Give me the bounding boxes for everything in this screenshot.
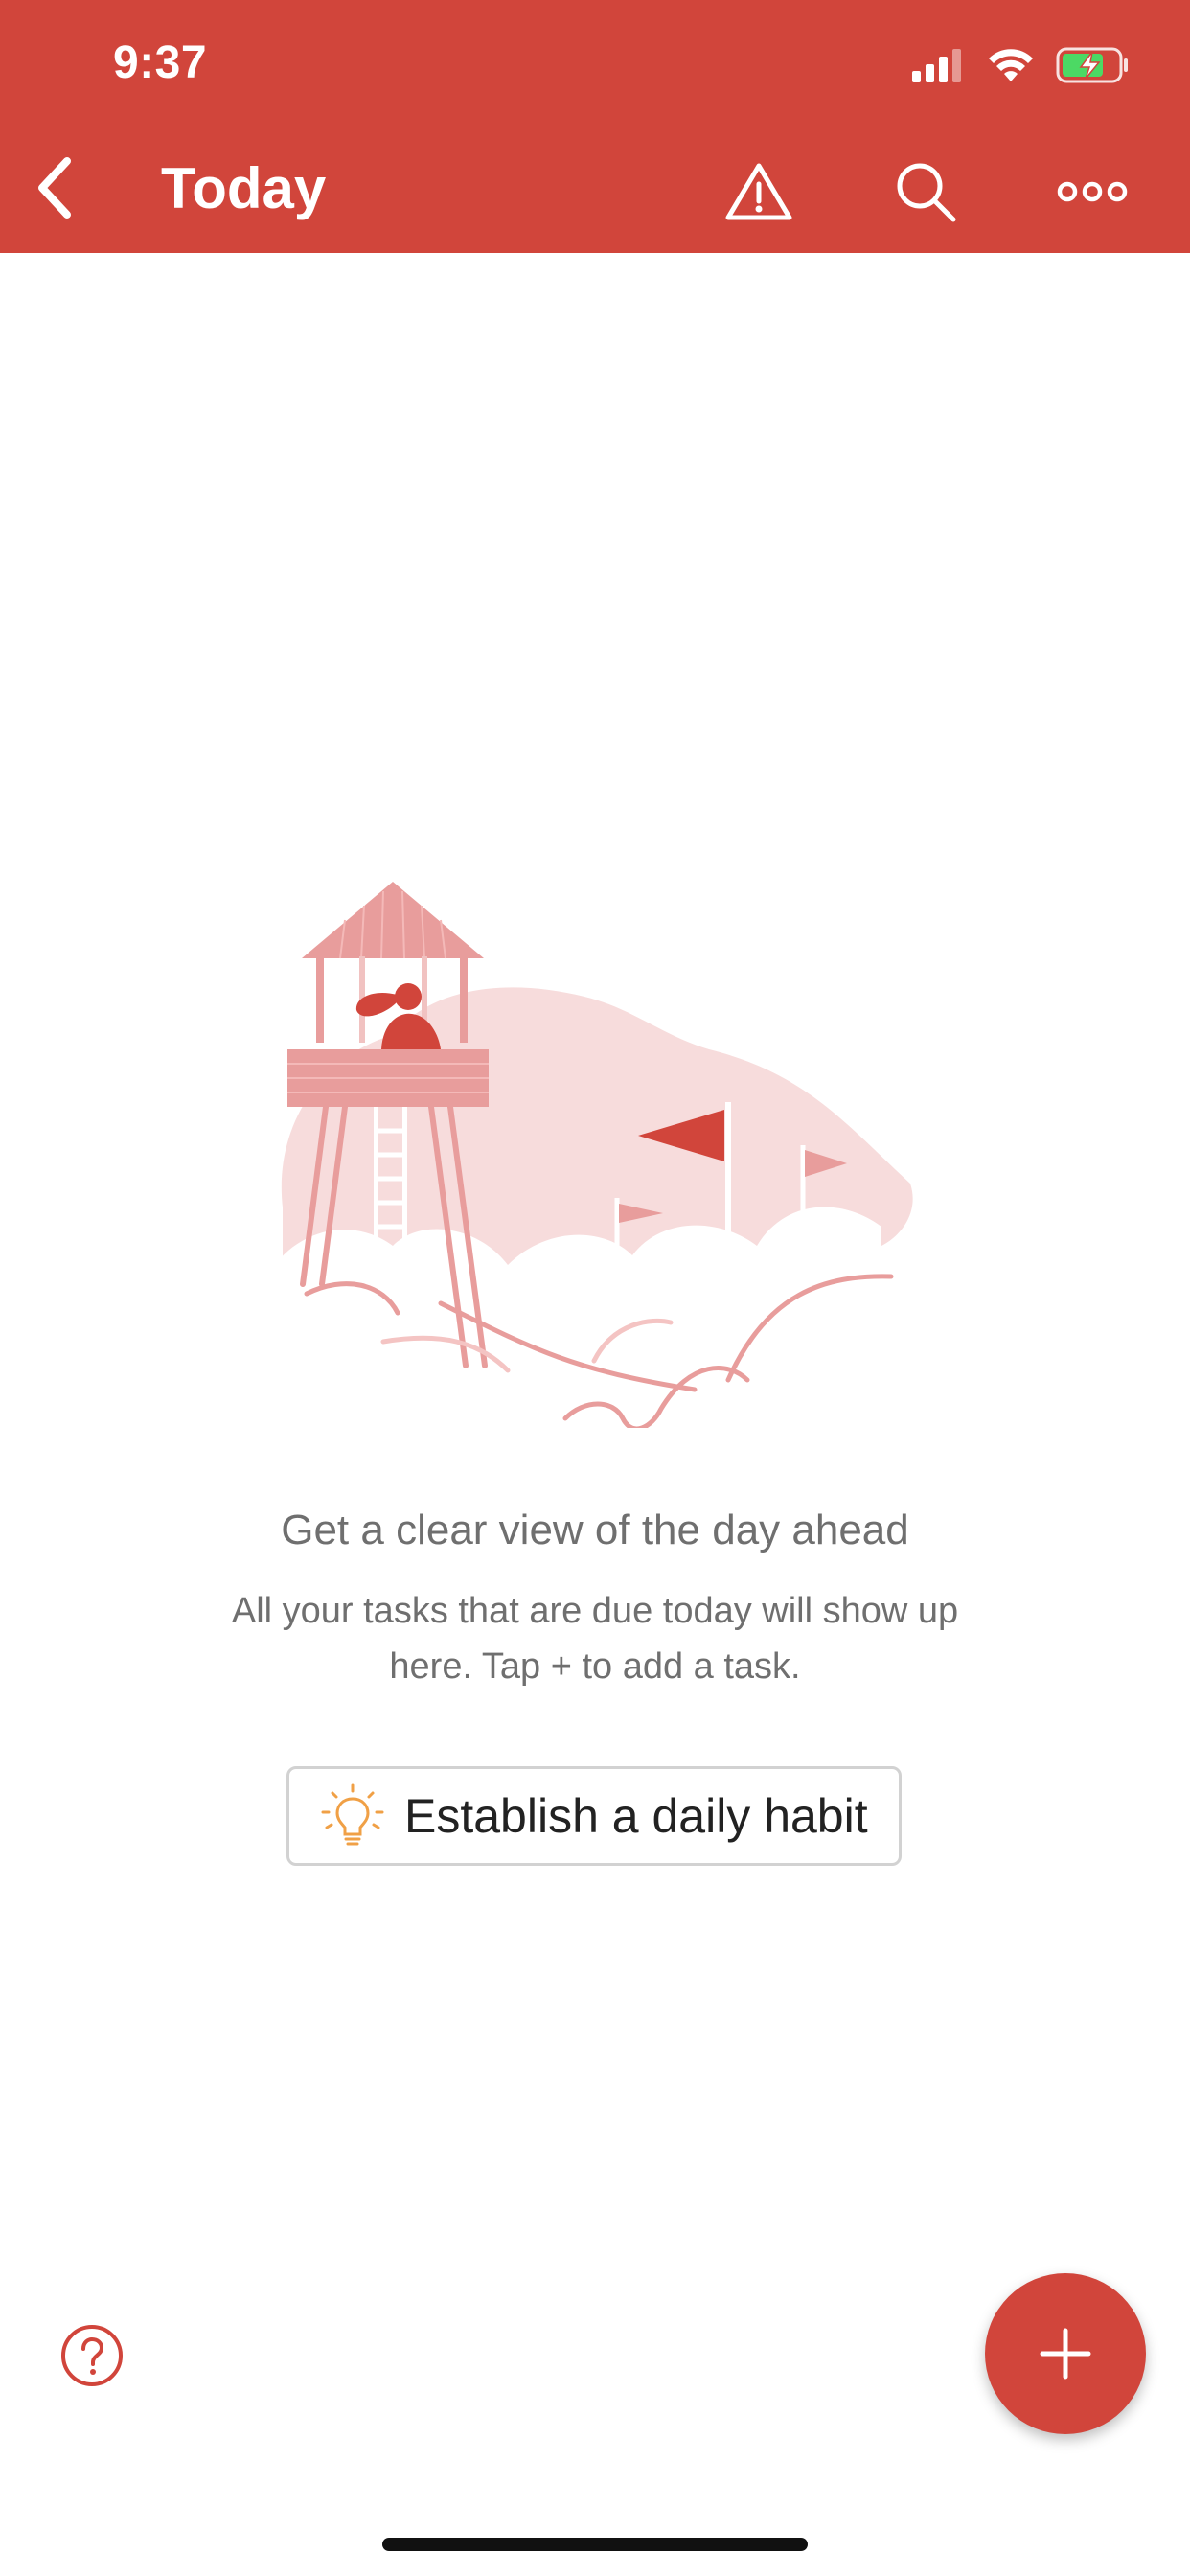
empty-state-description: All your tasks that are due today will s… bbox=[231, 1591, 959, 1687]
warning-button[interactable] bbox=[721, 153, 797, 230]
help-circle-icon[interactable] bbox=[59, 2323, 125, 2388]
page-title: Today bbox=[161, 156, 327, 220]
watchtower-illustration bbox=[268, 882, 913, 1428]
lightbulb-icon bbox=[321, 1783, 384, 1846]
battery-charging-icon bbox=[1056, 47, 1128, 83]
back-button[interactable] bbox=[25, 151, 86, 224]
status-icons bbox=[912, 44, 1131, 86]
search-icon bbox=[897, 163, 956, 222]
search-button[interactable] bbox=[887, 153, 964, 230]
warning-icon bbox=[725, 163, 792, 220]
add-task-button[interactable] bbox=[985, 2273, 1146, 2434]
plus-icon bbox=[1040, 2328, 1091, 2380]
empty-state-title: Get a clear view of the day ahead bbox=[281, 1506, 909, 1553]
daily-habit-label: Establish a daily habit bbox=[404, 1789, 868, 1843]
status-time: 9:37 bbox=[113, 37, 208, 88]
home-indicator[interactable] bbox=[382, 2538, 808, 2551]
daily-habit-button[interactable]: Establish a daily habit bbox=[286, 1766, 902, 1866]
cellular-signal-icon bbox=[912, 49, 961, 82]
more-button[interactable] bbox=[1054, 153, 1131, 230]
today-screen: 9:37 Today Get a clear view of the day a… bbox=[0, 0, 1190, 2576]
app-header: 9:37 Today bbox=[0, 0, 1190, 253]
more-horizontal-icon bbox=[1057, 181, 1128, 202]
wifi-icon bbox=[989, 49, 1033, 81]
